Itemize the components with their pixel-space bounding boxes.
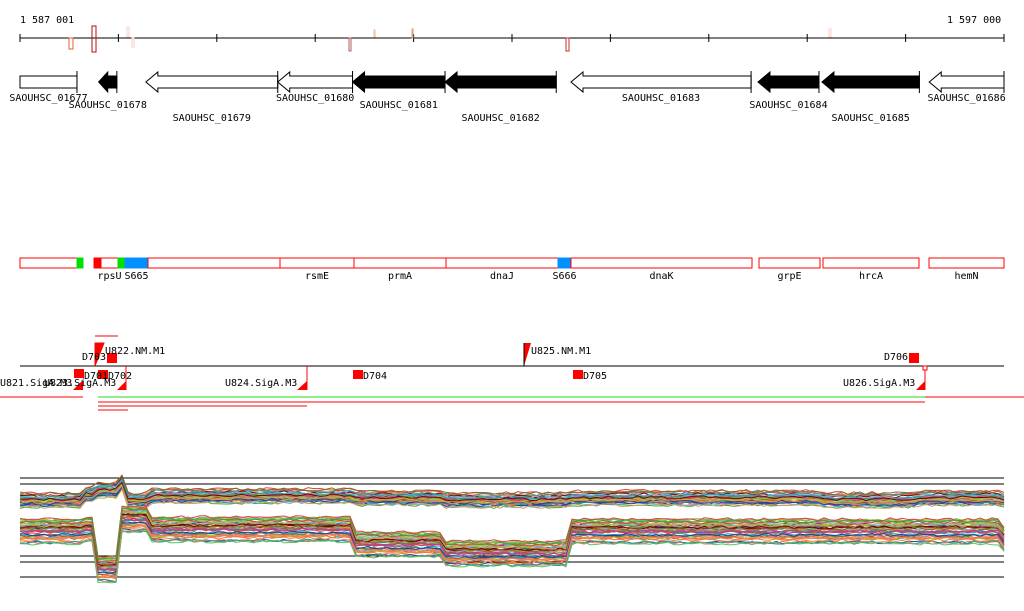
feature-label: dnaK (649, 271, 673, 282)
feature-label: hemN (954, 271, 978, 282)
promoter-flag-icon[interactable] (297, 381, 307, 390)
terminator-label: D705 (583, 371, 607, 382)
expression-profile-track (19, 474, 1005, 584)
feature-label: dnaJ (490, 271, 514, 282)
feature-label: S666 (552, 271, 576, 282)
terminator-label: D706 (884, 352, 908, 363)
gene-label: SAOUHSC_01681 (360, 100, 438, 111)
feature-box[interactable] (93, 257, 102, 269)
feature-track: rpsU S665 rsmE prmA dnaJ S666 dnaK grpE hrcA hemN (19, 257, 1005, 282)
gene-saouhsc_01680[interactable]: SAOUHSC_01680 (276, 70, 354, 104)
gene-arrow-icon[interactable] (97, 70, 118, 94)
promoter-flag-icon[interactable] (916, 381, 925, 390)
feature-label: grpE (777, 271, 801, 282)
feature-box[interactable] (124, 257, 149, 269)
gene-saouhsc_01681[interactable]: SAOUHSC_01681 (351, 70, 446, 111)
feature-box[interactable] (76, 257, 84, 269)
gene-saouhsc_01684[interactable]: SAOUHSC_01684 (749, 70, 828, 111)
gene-arrow-icon[interactable] (444, 70, 557, 94)
gene-label: SAOUHSC_01685 (832, 113, 910, 124)
coordinate-axis: 1 587 001 1 597 000 (19, 15, 1005, 53)
terminator-label: D701 (84, 371, 108, 382)
feature-box[interactable] (557, 257, 572, 269)
feature-box[interactable] (353, 257, 447, 269)
feature-box[interactable] (822, 257, 920, 269)
gene-saouhsc_01686[interactable]: SAOUHSC_01686 (927, 70, 1006, 104)
gene-label: SAOUHSC_01686 (927, 93, 1005, 104)
promoter-label: U826.SigA.M3 (843, 378, 915, 389)
gene-arrow-icon[interactable] (276, 70, 354, 94)
signal-mark (91, 25, 97, 53)
gene-arrow-icon[interactable] (351, 70, 446, 94)
terminator-label: D702 (108, 371, 132, 382)
gene-label: SAOUHSC_01680 (276, 93, 354, 104)
terminator-label: D704 (363, 371, 387, 382)
genome-browser-view: 1 587 001 1 597 000 SAOUHSC_01677SAOUHSC… (0, 15, 1024, 584)
feature-box[interactable] (570, 257, 753, 269)
signal-mark (126, 26, 130, 38)
gene-arrow-icon[interactable] (928, 70, 1005, 94)
feature-box[interactable] (117, 257, 126, 269)
regulatory-track: U822.NM.M1 D703 U825.NM.M1 D706 U821.Sig… (0, 335, 1024, 411)
feature-label: rpsU (97, 271, 121, 282)
promoter-flag-icon[interactable] (117, 381, 126, 390)
gene-saouhsc_01682[interactable]: SAOUHSC_01682 (444, 70, 557, 124)
gene-track: SAOUHSC_01677SAOUHSC_01678SAOUHSC_01679S… (9, 70, 1006, 124)
feature-box[interactable] (100, 257, 119, 269)
terminator-label: D703 (82, 352, 106, 363)
gene-arrow-icon[interactable] (570, 70, 752, 94)
axis-start-label: 1 587 001 (20, 15, 74, 26)
gene-arrow-icon[interactable] (145, 70, 279, 94)
feature-box[interactable] (928, 257, 1005, 269)
terminator-marker[interactable] (909, 353, 919, 363)
gene-saouhsc_01685[interactable]: SAOUHSC_01685 (821, 70, 920, 124)
gene-arrow-icon[interactable] (19, 75, 78, 89)
promoter-label: U825.NM.M1 (531, 346, 591, 357)
gene-label: SAOUHSC_01679 (173, 113, 251, 124)
signal-mark (348, 37, 352, 52)
gene-label: SAOUHSC_01678 (69, 100, 147, 111)
signal-mark (373, 29, 376, 38)
terminator-marker[interactable] (74, 369, 84, 378)
signal-mark (828, 28, 832, 38)
gene-saouhsc_01683[interactable]: SAOUHSC_01683 (570, 70, 752, 104)
feature-label: hrcA (859, 271, 883, 282)
promoter-flag-icon[interactable] (524, 343, 531, 366)
signal-mark (565, 37, 570, 52)
promoter-label: U824.SigA.M3 (225, 378, 297, 389)
gene-label: SAOUHSC_01683 (622, 93, 700, 104)
gene-arrow-icon[interactable] (821, 70, 920, 94)
feature-label: prmA (388, 271, 412, 282)
feature-box[interactable] (19, 257, 78, 269)
axis-end-label: 1 597 000 (947, 15, 1001, 26)
gene-arrow-icon[interactable] (757, 70, 820, 94)
feature-label: rsmE (305, 271, 329, 282)
feature-label: S665 (124, 271, 148, 282)
feature-box[interactable] (147, 257, 281, 269)
signal-mark (131, 37, 135, 48)
feature-box[interactable] (445, 257, 559, 269)
signal-mark (411, 28, 414, 39)
promoter-label: U822.NM.M1 (105, 346, 165, 357)
feature-box[interactable] (758, 257, 821, 269)
signal-mark (68, 37, 74, 50)
terminator-marker[interactable] (573, 370, 583, 379)
gene-label: SAOUHSC_01684 (749, 100, 827, 111)
gene-saouhsc_01679[interactable]: SAOUHSC_01679 (145, 70, 279, 124)
feature-box[interactable] (279, 257, 355, 269)
terminator-marker[interactable] (353, 370, 363, 379)
gene-label: SAOUHSC_01682 (461, 113, 539, 124)
gene-saouhsc_01678[interactable]: SAOUHSC_01678 (69, 70, 147, 111)
